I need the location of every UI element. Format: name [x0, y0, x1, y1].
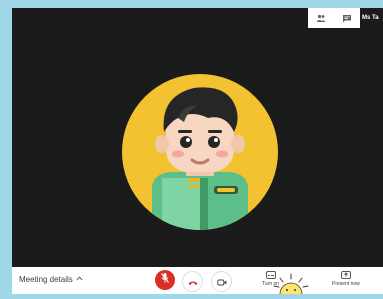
chevron-up-icon: [76, 276, 83, 283]
present-now-button[interactable]: Present now: [332, 271, 360, 287]
camera-toggle-button[interactable]: [211, 271, 232, 292]
participant-avatar: [122, 74, 278, 230]
present-icon: [341, 271, 351, 281]
present-now-label: Present now: [332, 281, 360, 287]
participant-name: Ms Ta: [362, 15, 379, 21]
top-button-group: [308, 8, 360, 28]
phone-hangup-icon: [188, 273, 198, 291]
meeting-window: Ms Ta Meeting details Turn on Present no…: [12, 8, 383, 294]
mic-off-icon: [160, 271, 170, 289]
chat-icon[interactable]: [340, 11, 354, 25]
people-icon[interactable]: [314, 11, 328, 25]
meeting-details-label: Meeting details: [19, 275, 73, 284]
top-controls: Ms Ta: [308, 8, 383, 28]
meeting-details-button[interactable]: Meeting details: [19, 275, 83, 284]
hangup-button[interactable]: [182, 271, 203, 292]
mic-toggle-button[interactable]: [155, 270, 175, 290]
sun-sticker-icon: [271, 272, 311, 299]
camera-icon: [216, 273, 227, 291]
bottom-bar: Meeting details Turn on Present now: [12, 267, 383, 294]
